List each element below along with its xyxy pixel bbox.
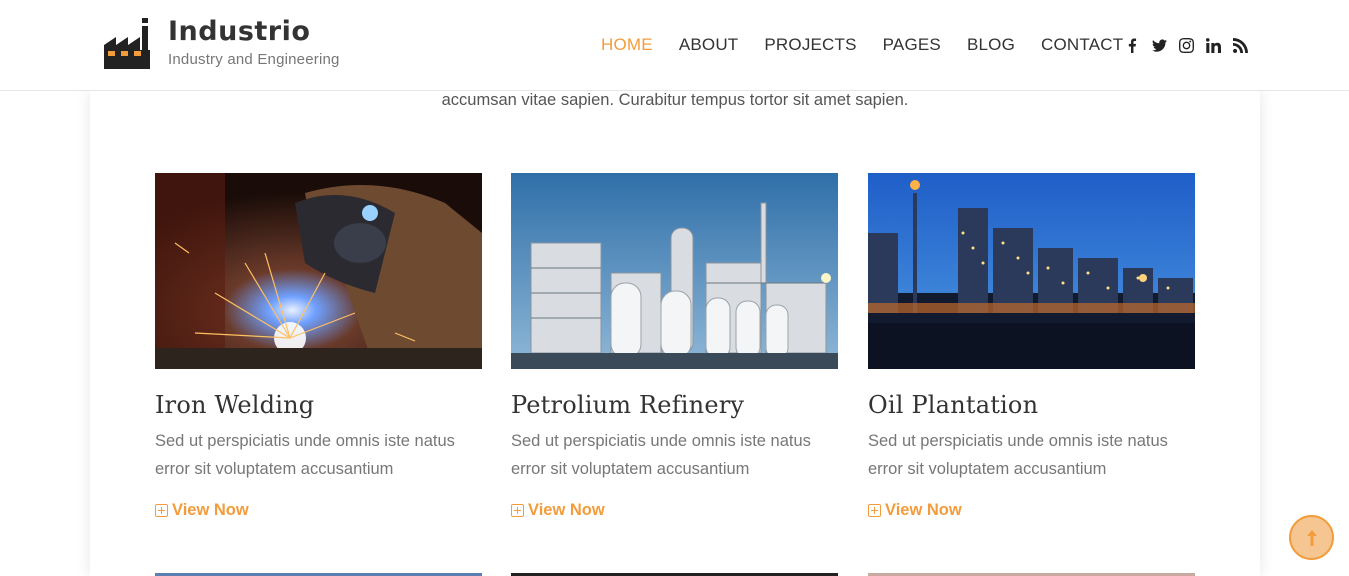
card-title[interactable]: Oil Plantation xyxy=(868,391,1195,419)
nav-contact[interactable]: CONTACT xyxy=(1041,35,1123,55)
nav-home[interactable]: HOME xyxy=(601,35,653,55)
service-card: Petrolium Refinery Sed ut perspiciatis u… xyxy=(511,173,838,520)
view-now-label: View Now xyxy=(172,501,249,519)
oil-plant-photo[interactable] xyxy=(868,173,1195,369)
view-now-label: View Now xyxy=(885,501,962,519)
card-description: Sed ut perspiciatis unde omnis iste natu… xyxy=(511,432,811,478)
section-intro-text: accumsan vitae sapien. Curabitur tempus … xyxy=(441,91,909,109)
view-now-link[interactable]: View Now xyxy=(155,501,482,520)
view-now-link[interactable]: View Now xyxy=(868,501,1195,520)
site-header: Industrio Industry and Engineering HOME … xyxy=(0,0,1349,91)
logo[interactable]: Industrio Industry and Engineering xyxy=(104,17,340,70)
nav-pages[interactable]: PAGES xyxy=(883,35,941,55)
plus-square-icon xyxy=(511,504,524,517)
nav-about[interactable]: ABOUT xyxy=(679,35,739,55)
service-card: Oil Plantation Sed ut perspiciatis unde … xyxy=(868,173,1195,520)
factory-logo-icon xyxy=(104,18,150,69)
card-description: Sed ut perspiciatis unde omnis iste natu… xyxy=(868,432,1168,478)
instagram-icon[interactable] xyxy=(1179,36,1206,54)
card-title[interactable]: Petrolium Refinery xyxy=(511,391,838,419)
arrow-up-icon xyxy=(1306,529,1317,546)
welding-photo[interactable] xyxy=(155,173,482,369)
view-now-label: View Now xyxy=(528,501,605,519)
plus-square-icon xyxy=(868,504,881,517)
plus-square-icon xyxy=(155,504,168,517)
linkedin-icon[interactable] xyxy=(1206,36,1233,54)
facebook-icon[interactable] xyxy=(1125,36,1152,54)
main-nav: HOME ABOUT PROJECTS PAGES BLOG CONTACT xyxy=(601,35,1149,55)
social-links xyxy=(1125,36,1260,54)
nav-projects[interactable]: PROJECTS xyxy=(764,35,856,55)
brand-tagline: Industry and Engineering xyxy=(168,51,340,68)
refinery-photo[interactable] xyxy=(511,173,838,369)
services-section: accumsan vitae sapien. Curabitur tempus … xyxy=(90,91,1260,576)
brand-name: Industrio xyxy=(168,16,311,47)
twitter-icon[interactable] xyxy=(1152,36,1179,54)
brand-text: Industrio Industry and Engineering xyxy=(168,16,340,69)
card-description: Sed ut perspiciatis unde omnis iste natu… xyxy=(155,432,455,478)
view-now-link[interactable]: View Now xyxy=(511,501,838,520)
scroll-to-top-button[interactable] xyxy=(1289,515,1334,560)
card-title[interactable]: Iron Welding xyxy=(155,391,482,419)
service-card: Iron Welding Sed ut perspiciatis unde om… xyxy=(155,173,482,520)
rss-icon[interactable] xyxy=(1233,36,1260,54)
nav-blog[interactable]: BLOG xyxy=(967,35,1015,55)
